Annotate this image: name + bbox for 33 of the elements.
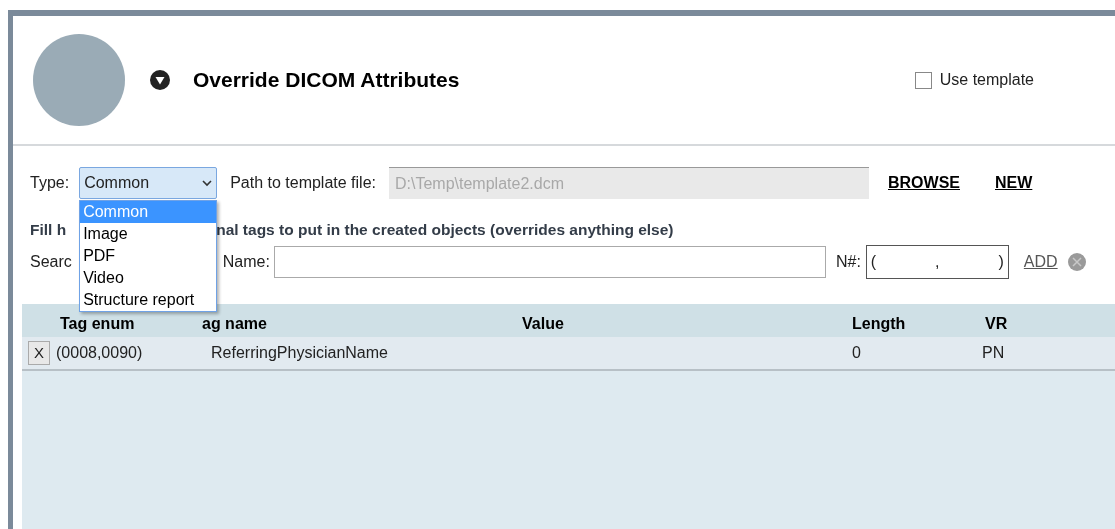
section-title: Override DICOM Attributes (193, 67, 460, 94)
hint-text: nal tags to put in the created objects (overrides anything else) (216, 220, 674, 241)
browse-link[interactable]: BROWSE (888, 171, 960, 195)
table-cell: 0 (852, 344, 861, 361)
dropdown-option[interactable]: PDF (80, 245, 217, 267)
column-header: ag name (202, 315, 267, 332)
checkbox[interactable] (914, 71, 932, 89)
number-label: N#: (835, 252, 861, 272)
column-header: Tag enum (60, 315, 135, 332)
checkbox-label: Use template (939, 70, 1034, 90)
add-link[interactable]: ADD (1023, 250, 1058, 274)
column-header: VR (985, 315, 1008, 332)
dropdown-option[interactable]: Image (80, 223, 217, 245)
search-label: Searc (30, 252, 72, 272)
clear-icon[interactable] (1067, 253, 1086, 271)
new-link[interactable]: NEW (995, 171, 1033, 195)
type-select[interactable]: Common (79, 167, 218, 199)
table-cell: ReferringPhysicianName (211, 344, 388, 361)
dropdown-option[interactable]: Video (80, 267, 217, 289)
hint-text: Fill h (30, 220, 67, 241)
table-cell: PN (982, 344, 1005, 361)
path-label: Path to template file: (230, 173, 376, 193)
remove-button[interactable]: X (28, 341, 50, 365)
name-label: Name: (222, 252, 270, 272)
number-field[interactable]: ( , ) (865, 245, 1009, 279)
name-field[interactable] (273, 246, 826, 278)
dropdown-option[interactable]: Structure report (80, 289, 217, 311)
table-cell: (0008,0090) (56, 344, 143, 361)
caret-icon[interactable] (150, 70, 170, 90)
column-header: Value (522, 315, 564, 332)
column-header: Length (852, 315, 906, 332)
type-label: Type: (30, 173, 70, 193)
chevron-icon (202, 179, 213, 187)
